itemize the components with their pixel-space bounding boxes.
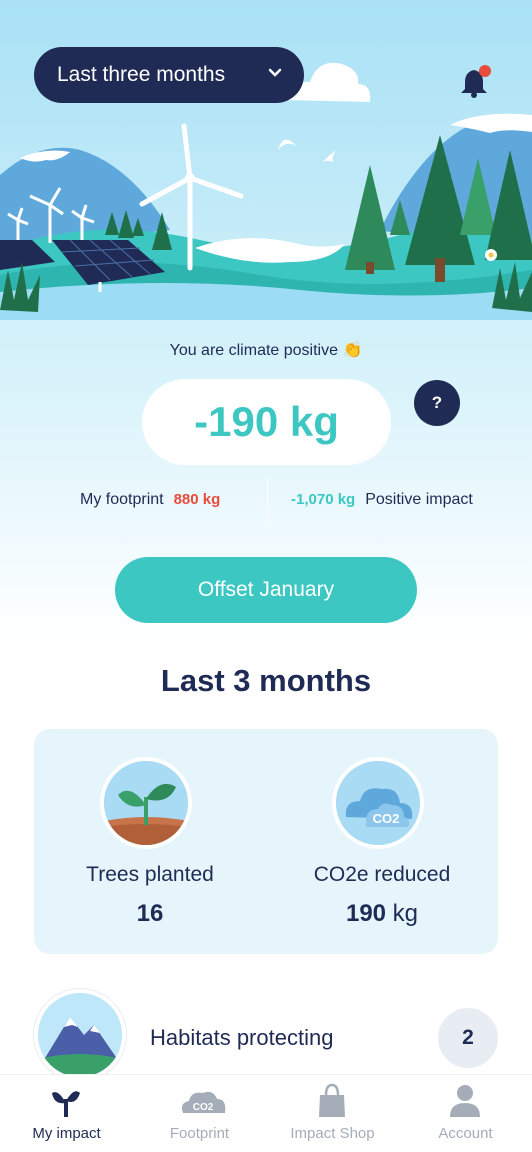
tab-label: Account [438,1125,493,1142]
trees-planted-label: Trees planted [86,863,214,886]
period-selector-label: Last three months [57,63,226,86]
net-impact-value: -190 kg [142,379,391,465]
positive-impact-label: Positive impact [365,491,473,508]
trees-planted-value: 16 [136,900,164,927]
positive-impact-value: -1,070 kg [291,491,356,508]
shopping-bag-icon [312,1083,352,1119]
co2-cloud-icon: CO2 [179,1083,226,1119]
offset-button[interactable]: Offset January [115,557,417,623]
footprint-label: My footprint [80,491,164,508]
co2-cloud-icon: CO2 [332,757,424,849]
section-title: Last 3 months [160,663,372,698]
tab-account[interactable]: Account [399,1075,532,1152]
trees-planted-metric: Trees planted 16 [34,729,266,954]
user-icon [445,1083,485,1119]
help-button[interactable]: ? [414,380,460,426]
chevron-down-icon [268,65,282,83]
co2-reduced-label: CO2e reduced [313,863,451,886]
mountain-icon [34,989,126,1081]
climate-status-label: You are climate positive 👏 [169,342,363,359]
positive-impact-stat: -1,070 kg Positive impact [291,491,473,509]
bell-icon[interactable] [458,64,492,100]
tab-label: Impact Shop [290,1125,375,1142]
svg-text:CO2: CO2 [193,1102,214,1113]
tab-my-impact[interactable]: My impact [0,1075,133,1152]
sprout-icon [100,757,192,849]
impact-summary-card: Trees planted 16 CO2 CO2e reduced 190 kg [34,729,498,954]
footprint-value: 880 kg [173,491,221,508]
svg-text:CO2: CO2 [373,811,400,826]
habitats-count-badge[interactable]: 2 [438,1008,498,1068]
stats-divider [267,478,268,522]
tab-label: My impact [32,1125,101,1142]
co2-reduced-metric: CO2 CO2e reduced 190 kg [266,729,498,954]
notification-dot [479,65,491,77]
tab-impact-shop[interactable]: Impact Shop [266,1075,399,1152]
bottom-tab-bar: My impact CO2 Footprint Impact Shop Acco… [0,1074,532,1152]
footprint-stat: My footprint 880 kg [80,491,220,509]
co2-reduced-value: 190 kg [345,900,419,927]
habitats-label: Habitats protecting [150,1025,334,1050]
tab-footprint[interactable]: CO2 Footprint [133,1075,266,1152]
tab-label: Footprint [169,1125,230,1142]
period-selector[interactable]: Last three months [34,47,304,103]
sprout-icon [46,1083,86,1119]
